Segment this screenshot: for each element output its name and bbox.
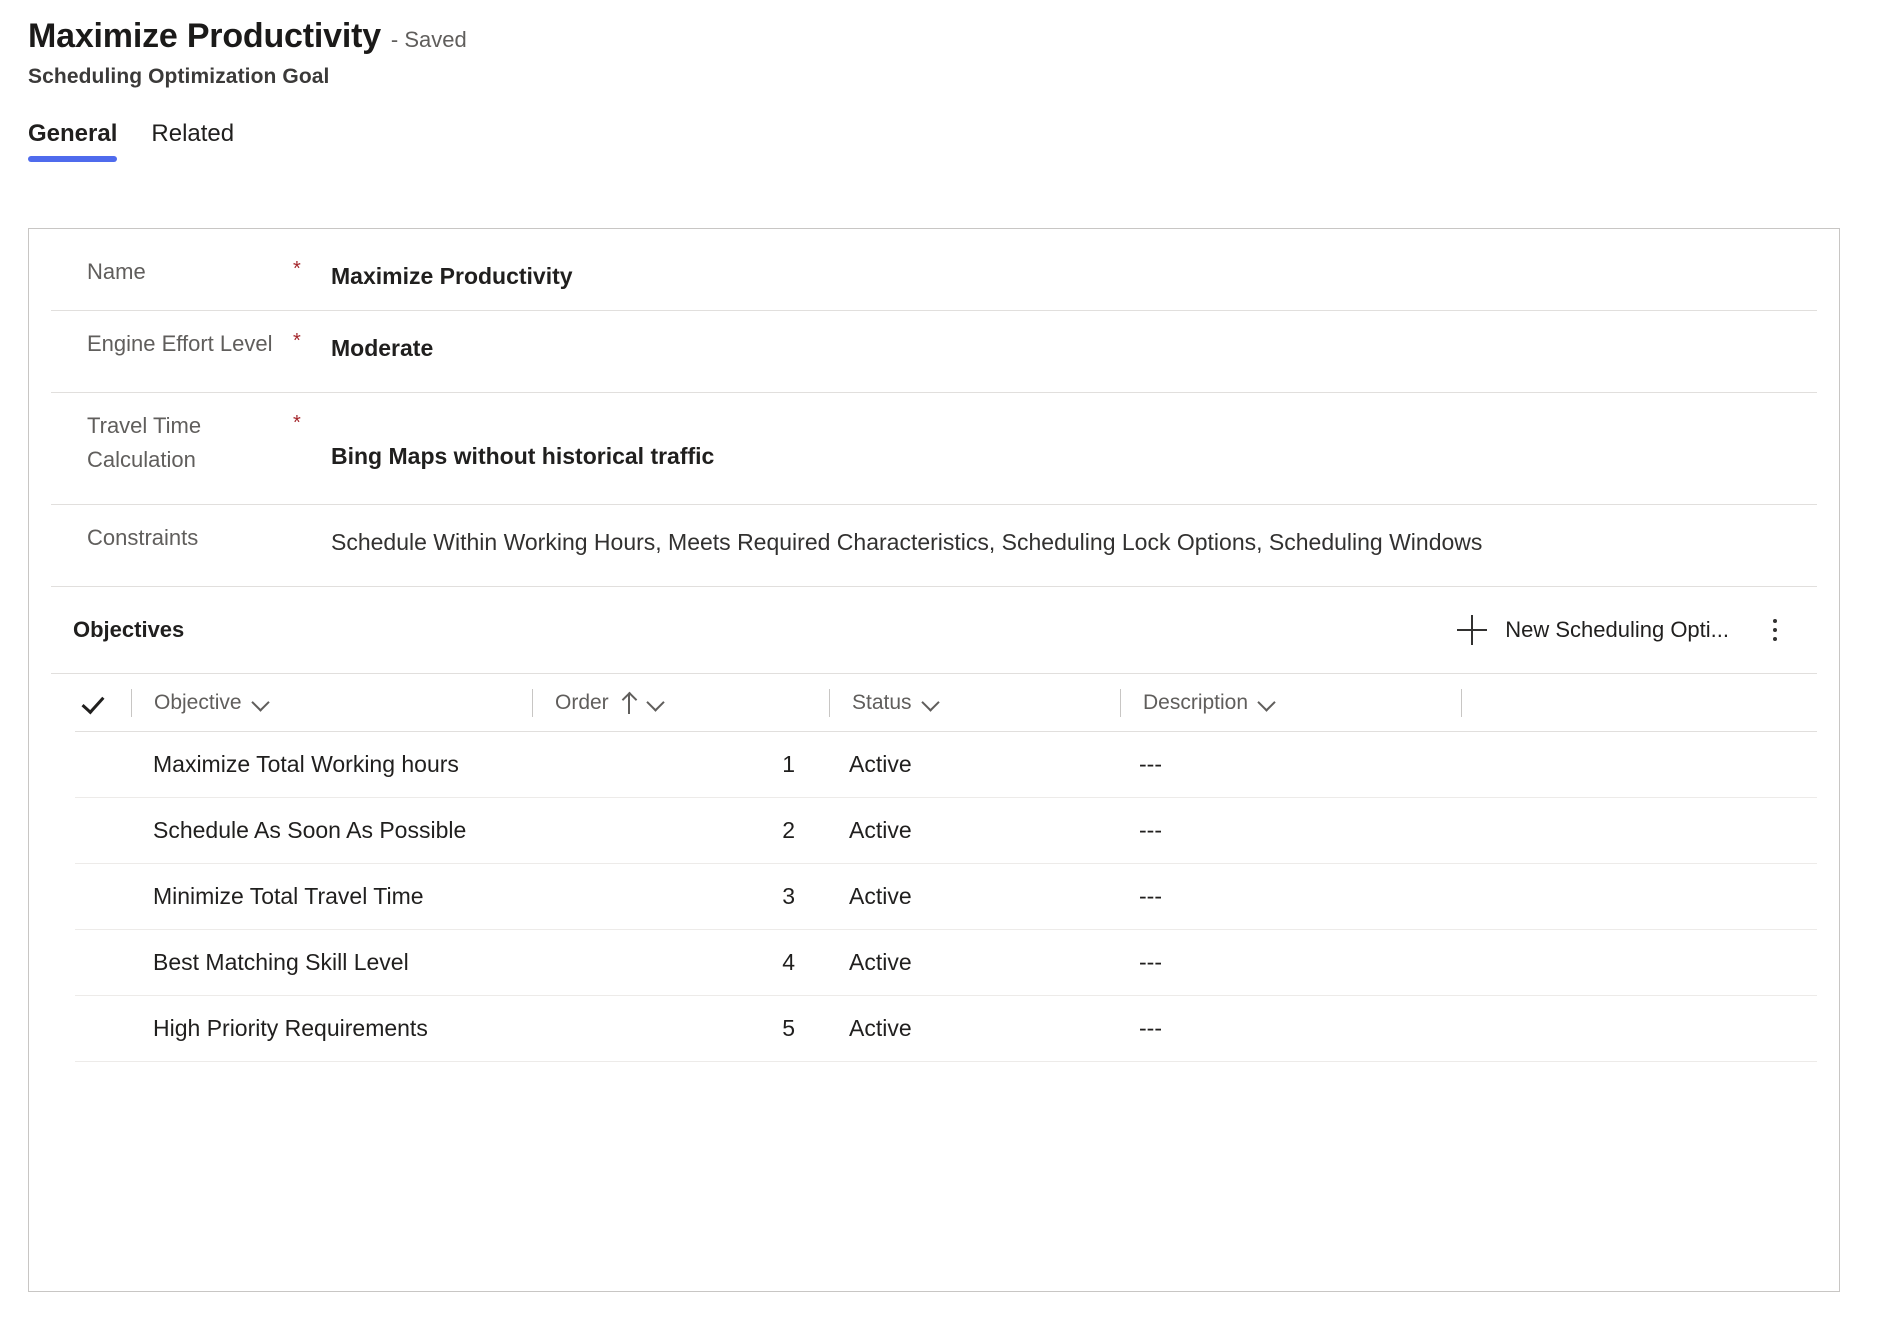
more-vertical-icon[interactable] [1757, 612, 1793, 648]
form-fields-area: Name * Maximize Productivity Engine Effo… [29, 229, 1839, 587]
save-status-text: - Saved [390, 27, 467, 52]
field-value-name[interactable]: Maximize Productivity [331, 255, 1817, 294]
new-button-label: New Scheduling Opti... [1505, 617, 1729, 642]
grid-body: Maximize Total Working hours 1 Active --… [75, 732, 1817, 1062]
table-row[interactable]: Schedule As Soon As Possible 2 Active --… [75, 798, 1817, 864]
chevron-down-icon [922, 694, 940, 712]
page-title: Maximize Productivity [28, 17, 381, 55]
objectives-subgrid-title: Objectives [73, 617, 185, 642]
cell-objective: Maximize Total Working hours [153, 751, 459, 777]
field-value-engine-effort-level[interactable]: Moderate [331, 327, 1817, 366]
cell-objective: Best Matching Skill Level [153, 949, 409, 975]
select-all-cell[interactable] [75, 691, 131, 715]
cell-order: 2 [782, 817, 795, 843]
cell-objective: High Priority Requirements [153, 1015, 428, 1041]
cell-description: --- [1139, 883, 1162, 909]
column-header-order-label: Order [555, 690, 609, 714]
sort-ascending-icon [621, 692, 637, 714]
tab-general-label: General [28, 120, 118, 148]
table-row[interactable]: Best Matching Skill Level 4 Active --- [75, 930, 1817, 996]
tab-general[interactable]: General [28, 120, 118, 163]
field-row-travel-time-calculation: Travel Time Calculation * Bing Maps with… [51, 393, 1817, 505]
field-value-constraints[interactable]: Schedule Within Working Hours, Meets Req… [331, 521, 1817, 560]
chevron-down-icon [647, 694, 665, 712]
cell-description: --- [1139, 949, 1162, 975]
cell-status: Active [849, 751, 912, 777]
column-header-status[interactable]: Status [830, 674, 1120, 731]
required-indicator-engine-effort-level: * [293, 330, 301, 352]
column-header-status-label: Status [852, 690, 912, 714]
cell-objective: Schedule As Soon As Possible [153, 817, 467, 843]
column-header-description-label: Description [1143, 690, 1249, 714]
cell-order: 1 [782, 751, 795, 777]
column-header-objective-label: Objective [154, 690, 242, 714]
table-row[interactable]: Maximize Total Working hours 1 Active --… [75, 732, 1817, 798]
title-line: Maximize Productivity - Saved [28, 17, 1894, 55]
cell-status: Active [849, 949, 912, 975]
tab-related-label: Related [151, 120, 235, 148]
field-label-constraints: Constraints [87, 525, 199, 550]
chevron-down-icon [252, 694, 270, 712]
required-indicator-name: * [293, 258, 301, 280]
new-scheduling-optimization-objective-button[interactable]: New Scheduling Opti... [1447, 609, 1739, 651]
field-row-engine-effort-level: Engine Effort Level * Moderate [51, 311, 1817, 393]
field-value-travel-time-calculation[interactable]: Bing Maps without historical traffic [331, 409, 1817, 474]
form-tab-list: General Related [0, 120, 1894, 163]
checkmark-icon [81, 691, 105, 715]
plus-icon [1457, 615, 1488, 645]
table-row[interactable]: High Priority Requirements 5 Active --- [75, 996, 1817, 1062]
cell-description: --- [1139, 751, 1162, 777]
field-row-constraints: Constraints Schedule Within Working Hour… [51, 505, 1817, 587]
column-header-order[interactable]: Order [533, 674, 829, 731]
cell-order: 4 [782, 949, 795, 975]
column-header-description[interactable]: Description [1121, 674, 1461, 731]
table-row[interactable]: Minimize Total Travel Time 3 Active --- [75, 864, 1817, 930]
field-label-name: Name [87, 259, 146, 284]
cell-status: Active [849, 883, 912, 909]
form-card: Name * Maximize Productivity Engine Effo… [28, 228, 1840, 1292]
tab-related[interactable]: Related [151, 121, 234, 161]
field-row-name: Name * Maximize Productivity [51, 229, 1817, 311]
entity-name: Scheduling Optimization Goal [28, 65, 330, 89]
grid-header-row: Objective Order Status Description [75, 674, 1817, 732]
cell-order: 3 [782, 883, 795, 909]
cell-description: --- [1139, 817, 1162, 843]
objectives-subgrid-header: Objectives New Scheduling Opti... [51, 587, 1817, 674]
required-indicator-constraints [293, 521, 331, 523]
page-header: Maximize Productivity - Saved Scheduling… [0, 0, 1894, 89]
chevron-down-icon [1258, 694, 1276, 712]
required-indicator-travel-time-calculation: * [293, 412, 301, 434]
field-label-travel-time-calculation: Travel Time Calculation [87, 413, 202, 473]
column-divider [1461, 688, 1462, 717]
cell-status: Active [849, 1015, 912, 1041]
objectives-grid: Objective Order Status Description Maxim… [51, 674, 1817, 1062]
objectives-subgrid-commands: New Scheduling Opti... [1447, 609, 1809, 651]
cell-order: 5 [782, 1015, 795, 1041]
cell-objective: Minimize Total Travel Time [153, 883, 424, 909]
column-header-objective[interactable]: Objective [132, 674, 532, 731]
record-form-page: Maximize Productivity - Saved Scheduling… [0, 0, 1894, 1340]
cell-status: Active [849, 817, 912, 843]
cell-description: --- [1139, 1015, 1162, 1041]
field-label-engine-effort-level: Engine Effort Level [87, 331, 273, 356]
